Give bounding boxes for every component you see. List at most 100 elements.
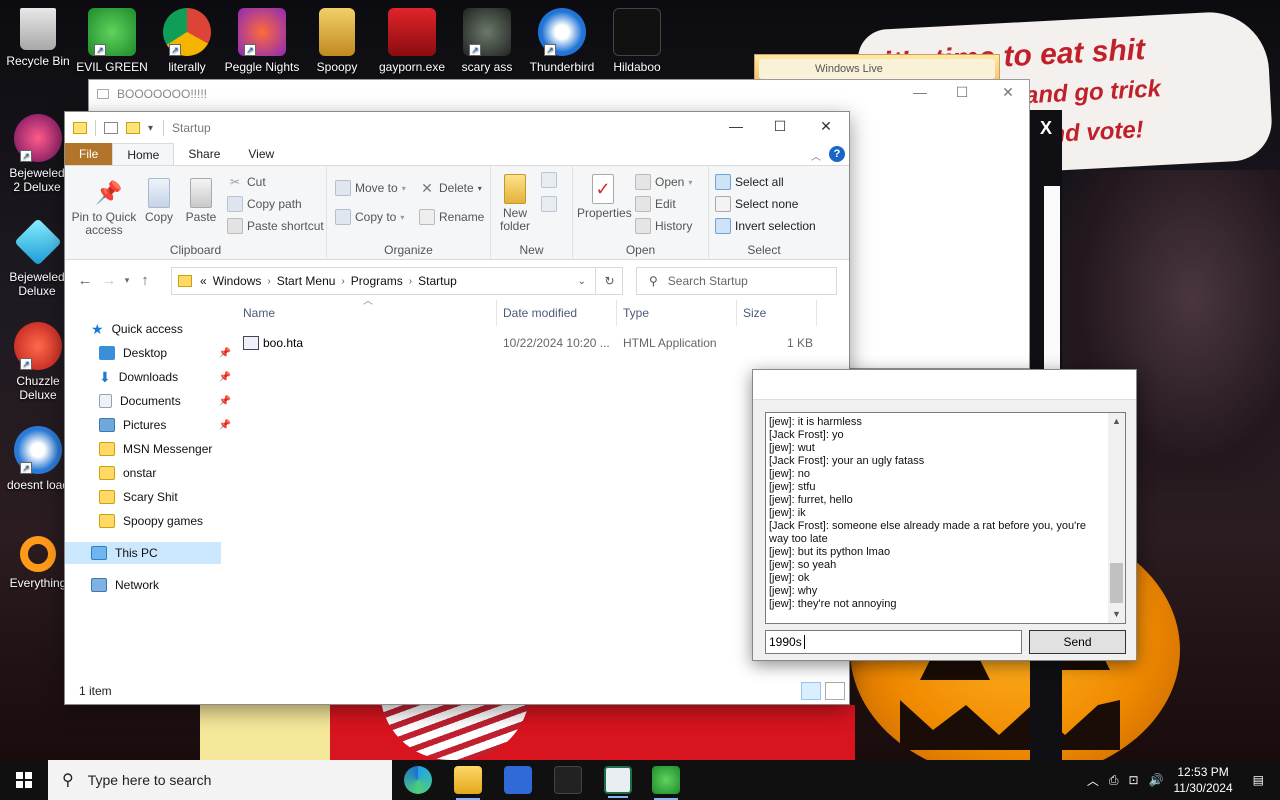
chat-log[interactable]: [jew]: it is harmless [Jack Frost]: yo […	[765, 412, 1126, 624]
copy-to-button[interactable]: Copy to ▾	[335, 209, 404, 225]
desktop-icon-hildaboo[interactable]: Hildaboo	[599, 8, 675, 74]
scroll-down-icon[interactable]: ▼	[1108, 608, 1125, 621]
invert-selection-button[interactable]: Invert selection	[715, 218, 816, 234]
properties-check-icon[interactable]	[104, 122, 118, 134]
back-arrow-icon[interactable]: ←	[73, 272, 97, 289]
tab-share[interactable]: Share	[174, 143, 234, 165]
tab-home[interactable]: Home	[112, 143, 175, 165]
nav-downloads[interactable]: ⬇ Downloads 📌	[99, 366, 231, 388]
rename-button[interactable]: Rename	[419, 209, 484, 225]
breadcrumb-startup[interactable]: Startup	[418, 274, 457, 288]
column-size[interactable]: Size	[737, 300, 817, 326]
desktop-icon-recycle-bin[interactable]: Recycle Bin	[0, 8, 76, 68]
search-input[interactable]: ⚲ Search Startup	[636, 267, 837, 295]
properties-button[interactable]: ✓ Properties	[577, 174, 632, 220]
chevron-down-icon[interactable]: ⌄	[578, 276, 586, 287]
nav-network[interactable]: Network	[91, 574, 221, 596]
edge-icon[interactable]	[404, 766, 432, 794]
chat-window[interactable]: [jew]: it is harmless [Jack Frost]: yo […	[752, 369, 1137, 661]
nav-label: Quick access	[111, 322, 183, 336]
close-icon[interactable]: X	[1030, 118, 1062, 139]
clock[interactable]: 12:53 PM 11/30/2024	[1173, 764, 1232, 796]
select-all-button[interactable]: Select all	[715, 174, 784, 190]
desktop-icon-spoopy[interactable]: Spoopy	[299, 8, 375, 74]
breadcrumb-windows[interactable]: Windows	[213, 274, 262, 288]
desktop-icon-evil-green-men[interactable]: ↗ EVIL GREEN MEN SO...	[74, 8, 150, 74]
nav-documents[interactable]: Documents 📌	[99, 390, 231, 412]
send-button[interactable]: Send	[1029, 630, 1126, 654]
volume-icon[interactable]: 🔊	[1149, 773, 1164, 787]
scroll-thumb[interactable]	[1110, 563, 1123, 603]
cut-action[interactable]: ✂ Cut	[227, 174, 266, 190]
details-view-icon[interactable]	[801, 682, 821, 700]
pin-quick-access-button[interactable]: 📌 Pin to Quick access	[71, 178, 137, 237]
desktop-icon-thunderbird[interactable]: ↗ Thunderbird	[524, 8, 600, 74]
help-icon[interactable]: ?	[829, 146, 845, 162]
device-icon[interactable]: ⎙	[1109, 773, 1119, 788]
copy-button[interactable]: Copy	[141, 178, 177, 224]
desktop-icon-scary-ass[interactable]: ↗ scary ass	[449, 8, 525, 74]
tab-view[interactable]: View	[234, 143, 288, 165]
breadcrumb-start-menu[interactable]: Start Menu	[277, 274, 336, 288]
hta-app-icon[interactable]	[604, 766, 632, 798]
open-button[interactable]: Open ▾	[635, 174, 692, 190]
maximize-icon[interactable]: ☐	[939, 84, 985, 101]
new-folder-icon[interactable]	[126, 122, 140, 134]
refresh-icon[interactable]: ↻	[595, 267, 623, 295]
desktop-icon-peggle[interactable]: ↗ Peggle Nights	[224, 8, 300, 74]
store-icon[interactable]	[504, 766, 532, 794]
nav-spoopy-games[interactable]: Spoopy games	[99, 510, 229, 532]
select-none-button[interactable]: Select none	[715, 196, 798, 212]
table-row[interactable]: boo.hta 10/22/2024 10:20 ... HTML Applic…	[237, 332, 849, 354]
maximize-icon[interactable]: ☐	[757, 118, 803, 135]
paste-shortcut-button[interactable]: Paste shortcut	[227, 218, 324, 234]
overflow-chevron[interactable]: «	[200, 274, 207, 288]
column-type[interactable]: Type	[617, 300, 737, 326]
minimize-icon[interactable]: —	[713, 118, 759, 134]
new-item-icon[interactable]	[541, 172, 557, 191]
up-arrow-icon[interactable]: ↑	[133, 272, 157, 289]
nav-this-pc[interactable]: This PC	[65, 542, 221, 564]
nav-scary-shit[interactable]: Scary Shit	[99, 486, 229, 508]
chevron-up-icon[interactable]: ︿	[1087, 772, 1099, 789]
tab-file[interactable]: File	[65, 143, 113, 165]
easy-access-icon[interactable]	[541, 196, 557, 215]
chat-message-input[interactable]: 1990s	[765, 630, 1022, 654]
notifications-icon[interactable]: ▤	[1253, 773, 1264, 787]
nav-quick-access[interactable]: ★ Quick access	[91, 318, 221, 340]
chevron-down-icon[interactable]: ▾	[148, 123, 153, 134]
history-button[interactable]: History	[635, 218, 692, 234]
file-explorer-window[interactable]: ▾ Startup — ☐ ✕ File Home Share View ︿ ?…	[64, 111, 850, 705]
breadcrumb-programs[interactable]: Programs	[351, 274, 403, 288]
network-icon[interactable]: ⊡	[1128, 773, 1138, 787]
paste-button[interactable]: Paste	[183, 178, 219, 224]
address-bar[interactable]: « Windows › Start Menu › Programs › Star…	[171, 267, 623, 295]
new-folder-button[interactable]: New folder	[497, 174, 533, 233]
file-explorer-icon[interactable]	[454, 766, 482, 800]
close-icon[interactable]: ✕	[985, 84, 1031, 101]
start-button[interactable]	[0, 760, 48, 800]
scroll-up-icon[interactable]: ▲	[1108, 415, 1125, 428]
forward-arrow-icon[interactable]: →	[97, 272, 121, 289]
move-to-button[interactable]: Move to ▾	[335, 180, 406, 196]
nav-msn-messenger[interactable]: MSN Messenger	[99, 438, 229, 460]
large-icons-view-icon[interactable]	[825, 682, 845, 700]
column-name[interactable]: Name	[237, 300, 497, 326]
close-icon[interactable]: ✕	[803, 118, 849, 135]
app-icon[interactable]	[554, 766, 582, 794]
nav-onstar[interactable]: onstar	[99, 462, 229, 484]
edit-button[interactable]: Edit	[635, 196, 676, 212]
nav-desktop[interactable]: Desktop 📌	[99, 342, 231, 364]
messenger-icon[interactable]	[652, 766, 680, 800]
column-date-modified[interactable]: Date modified	[497, 300, 617, 326]
delete-button[interactable]: ✕ Delete ▾	[419, 180, 482, 196]
chevron-up-icon[interactable]: ︿	[811, 148, 821, 163]
recent-chevron-icon[interactable]: ▾	[121, 275, 133, 286]
desktop-icon-gayporn[interactable]: gayporn.exe	[374, 8, 450, 74]
taskbar-search[interactable]: ⚲ Type here to search	[48, 760, 392, 800]
minimize-icon[interactable]: —	[897, 84, 943, 100]
copy-path-button[interactable]: Copy path	[227, 196, 302, 212]
chat-scrollbar[interactable]: ▲ ▼	[1108, 413, 1125, 623]
nav-pictures[interactable]: Pictures 📌	[99, 414, 231, 436]
desktop-icon-literally[interactable]: ↗ literally	[149, 8, 225, 74]
